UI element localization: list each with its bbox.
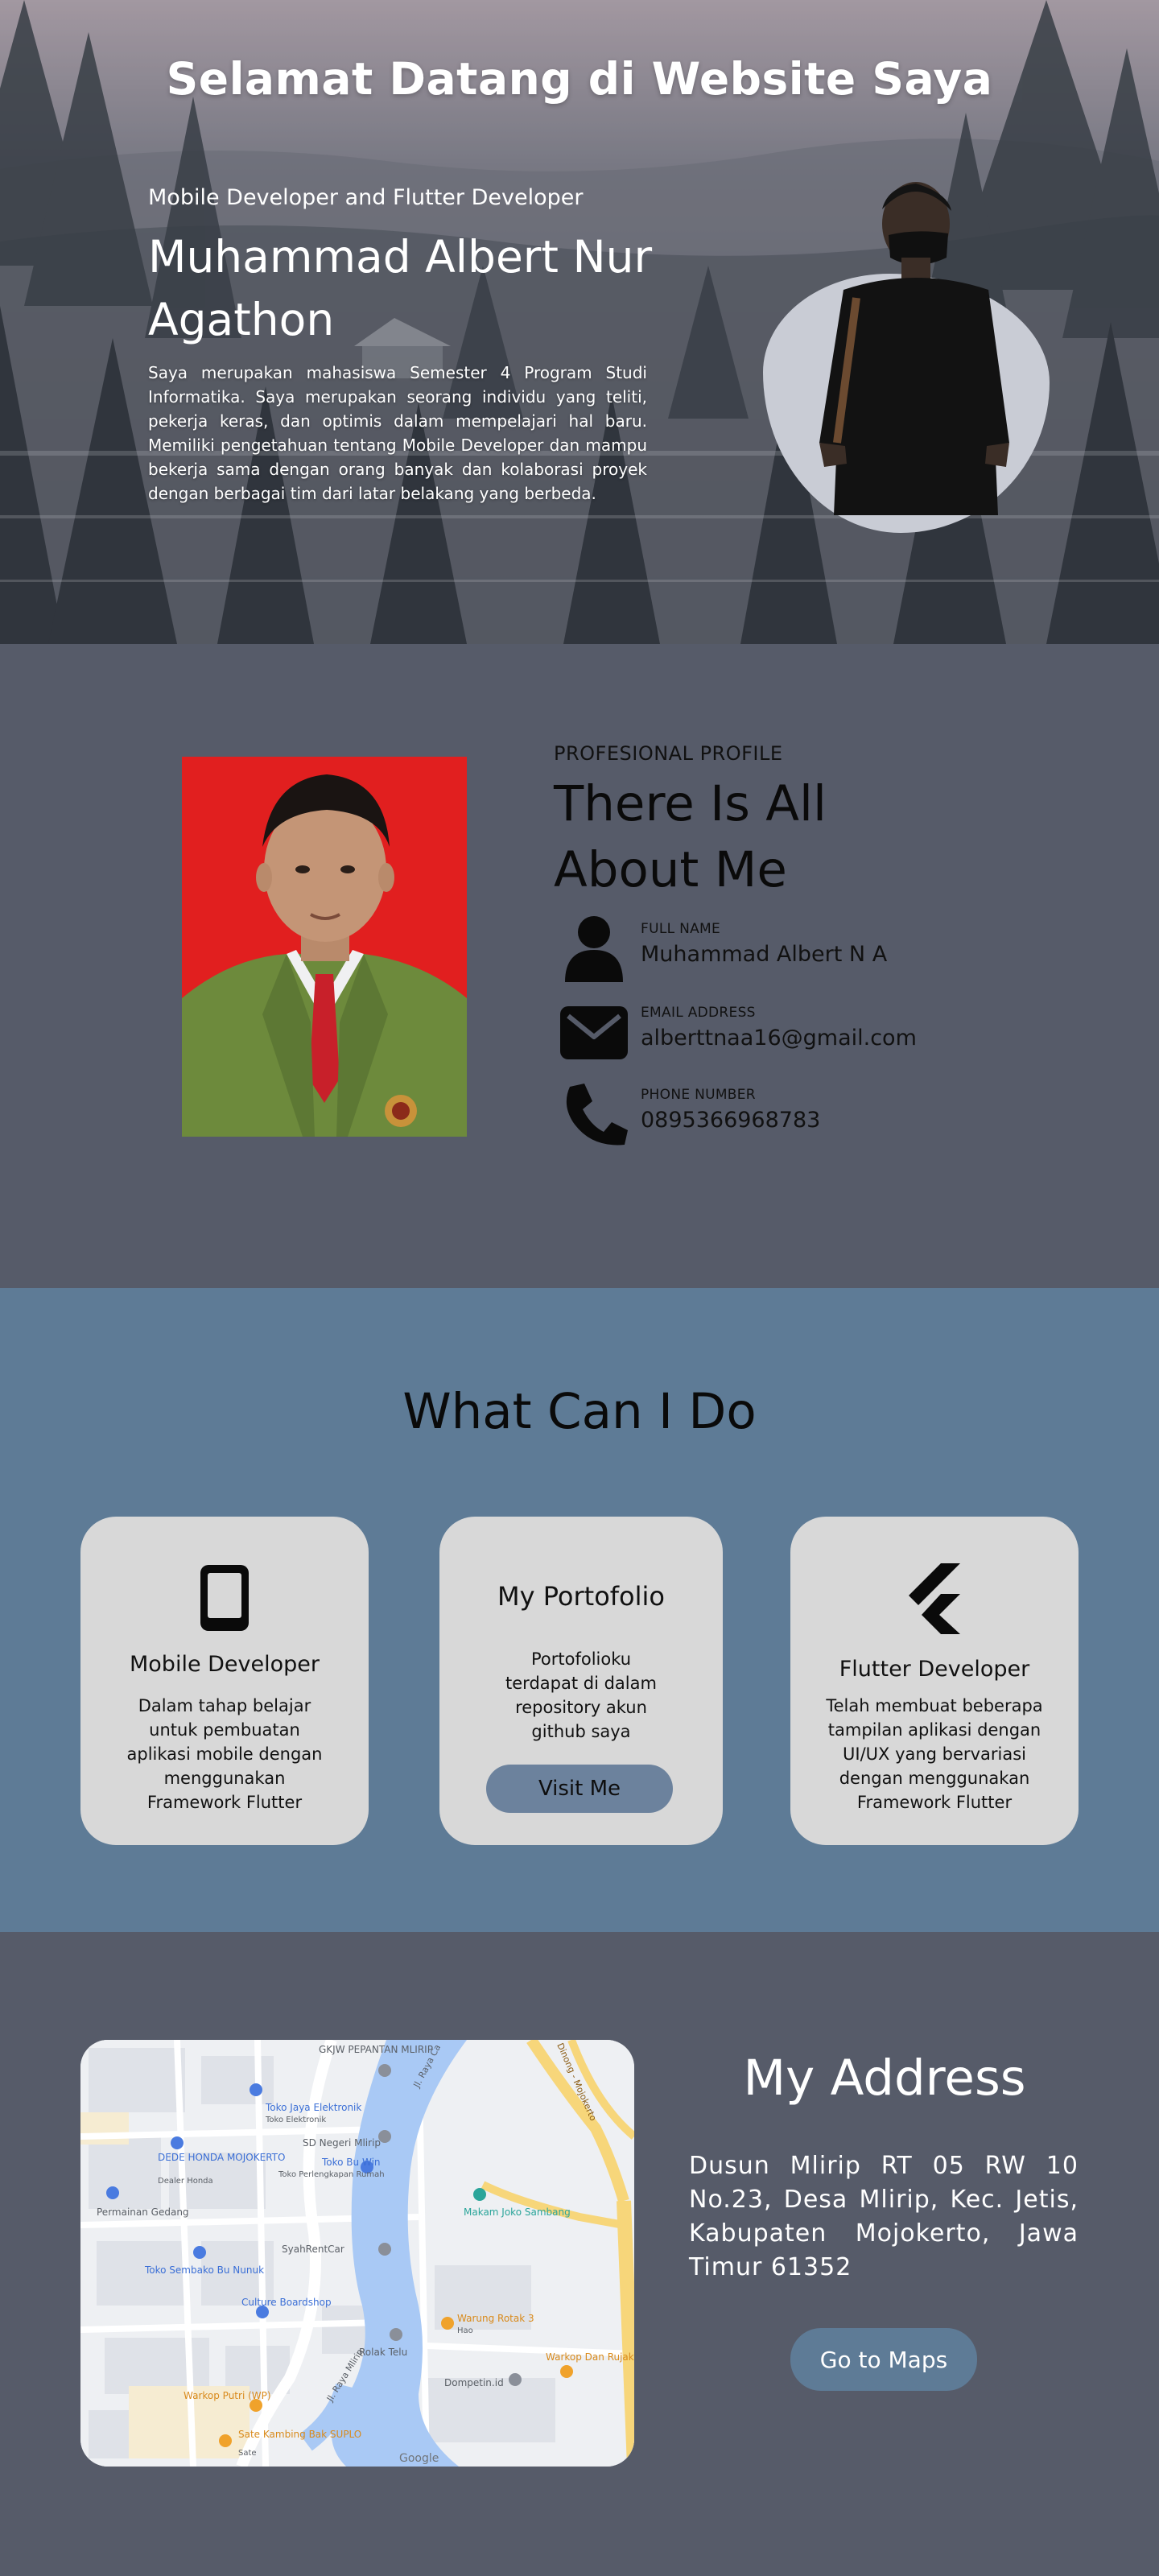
- flutter-icon: [909, 1563, 960, 1634]
- info-phone: PHONE NUMBER 0895366968783: [559, 1080, 1041, 1148]
- map-google-logo: Google: [399, 2452, 439, 2465]
- map-label-permainan: Permainan Gedang: [97, 2207, 189, 2218]
- visit-me-button[interactable]: Visit Me: [486, 1765, 673, 1813]
- profile-kicker: PROFESIONAL PROFILE: [554, 742, 783, 765]
- map-label-sdn: SD Negeri Mlirip: [303, 2137, 381, 2149]
- card-mobile-developer: Mobile Developer Dalam tahap belajar unt…: [80, 1517, 369, 1845]
- map-label-kopi: Warkop Dan Rujak Cingur Yuk Ai: [546, 2351, 634, 2363]
- map-label-rotak-sub: Hao: [457, 2326, 473, 2335]
- map-label-jaya: Toko Jaya Elektronik: [265, 2102, 361, 2113]
- card-flutter-developer: Flutter Developer Telah membuat beberapa…: [790, 1517, 1079, 1845]
- map-label-jaya-sub: Toko Elektronik: [265, 2116, 326, 2124]
- mobile-phone-icon: [200, 1565, 249, 1631]
- map-label-makam: Makam Joko Sambang: [464, 2207, 571, 2218]
- address-section: GKJW PEPANTAN MLIRIP Toko Jaya Elektroni…: [0, 1932, 1159, 2576]
- profile-section: PROFESIONAL PROFILE There Is All About M…: [0, 644, 1159, 1288]
- email-value: alberttnaa16@gmail.com: [641, 1026, 917, 1051]
- info-full-name: FULL NAME Muhammad Albert N A: [559, 914, 1041, 982]
- mail-icon: [560, 1006, 628, 1059]
- hero-description: Saya merupakan mahasiswa Semester 4 Prog…: [148, 363, 647, 503]
- address-text: Dusun Mlirip RT 05 RW 10 No.23, Desa Mli…: [689, 2152, 1079, 2281]
- hero-title: Selamat Datang di Website Saya: [166, 53, 993, 105]
- hero-photo: [763, 177, 1050, 533]
- full-name-label: FULL NAME: [641, 921, 721, 937]
- map-label-buwin-sub: Toko Perlengkapan Rumah: [278, 2170, 385, 2179]
- profile-id-photo: [182, 757, 467, 1137]
- profile-title: There Is All About Me: [554, 775, 827, 898]
- map-label-dede-sub: Dealer Honda: [158, 2177, 213, 2186]
- go-to-maps-button[interactable]: Go to Maps: [790, 2328, 977, 2391]
- hero-name: Muhammad Albert Nur Agathon: [148, 231, 653, 345]
- card-portfolio: My Portofolio Portofolioku terdapat di d…: [439, 1517, 723, 1845]
- map-label-culture: Culture Boardshop: [241, 2297, 332, 2308]
- email-label: EMAIL ADDRESS: [641, 1005, 756, 1021]
- map-canvas: GKJW PEPANTAN MLIRIP Toko Jaya Elektroni…: [80, 2040, 634, 2467]
- map-label-dompetin: Dompetin.id: [444, 2377, 504, 2388]
- hero-section: Selamat Datang di Website Saya Mobile De…: [0, 0, 1159, 644]
- phone-icon: [566, 1084, 628, 1146]
- full-name-value: Muhammad Albert N A: [641, 942, 888, 967]
- map-label-kambing-sub: Sate: [238, 2449, 257, 2458]
- card-flutter-title: Flutter Developer: [839, 1657, 1030, 1682]
- services-title: What Can I Do: [402, 1383, 757, 1440]
- hero-role: Mobile Developer and Flutter Developer: [148, 185, 584, 210]
- map-label-rolak: Rolak Telu: [359, 2347, 407, 2358]
- card-mobile-text: Dalam tahap belajar untuk pembuatan apli…: [126, 1696, 323, 1812]
- map-label-pepantan: GKJW PEPANTAN MLIRIP: [319, 2044, 433, 2055]
- card-portfolio-text: Portofolioku terdapat di dalam repositor…: [505, 1649, 657, 1741]
- card-flutter-text: Telah membuat beberapa tampilan aplikasi…: [826, 1696, 1043, 1812]
- person-photo: [819, 182, 1009, 515]
- map-label-buwin: Toko Bu Win: [321, 2157, 381, 2168]
- card-portfolio-title: My Portofolio: [497, 1581, 665, 1612]
- map-label-sembako: Toko Sembako Bu Nunuk: [144, 2264, 264, 2276]
- info-email: EMAIL ADDRESS alberttnaa16@gmail.com: [559, 998, 1041, 1066]
- location-map[interactable]: GKJW PEPANTAN MLIRIP Toko Jaya Elektroni…: [80, 2040, 634, 2467]
- phone-value: 0895366968783: [641, 1108, 821, 1133]
- map-label-dede: DEDE HONDA MOJOKERTO: [158, 2152, 285, 2163]
- map-label-syah: SyahRentCar: [282, 2244, 344, 2255]
- person-icon: [565, 916, 623, 982]
- address-title: My Address: [743, 2050, 1026, 2107]
- phone-label: PHONE NUMBER: [641, 1087, 756, 1103]
- services-section: What Can I Do Mobile Developer Dalam tah…: [0, 1288, 1159, 1932]
- map-label-rotak: Warung Rotak 3: [457, 2313, 534, 2324]
- map-label-kambing: Sate Kambing Bak SUPLO: [238, 2429, 361, 2440]
- map-label-putri: Warkop Putri (WP): [184, 2390, 271, 2401]
- card-mobile-title: Mobile Developer: [129, 1652, 320, 1677]
